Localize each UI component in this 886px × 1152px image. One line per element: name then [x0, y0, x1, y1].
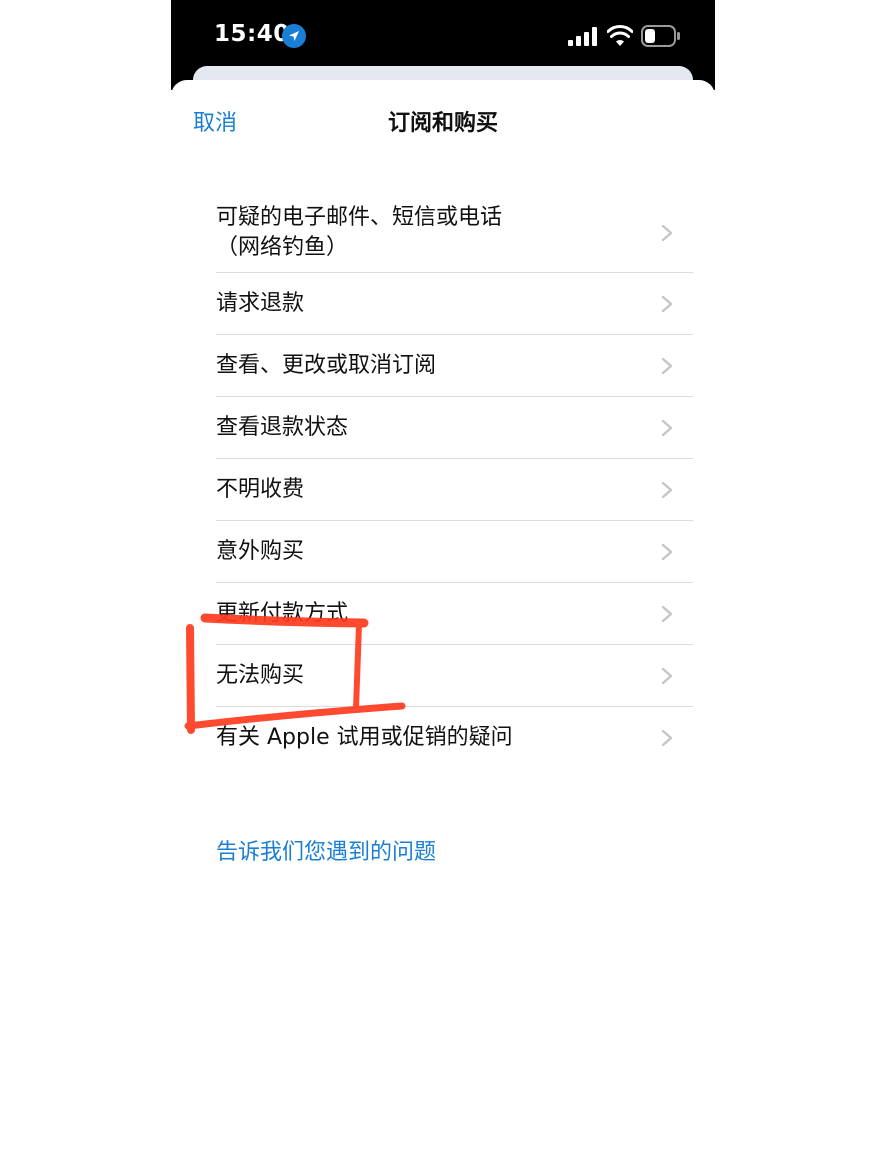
chevron-right-icon — [661, 667, 673, 684]
chevron-right-icon — [661, 729, 673, 746]
battery-icon — [641, 25, 680, 47]
list-item-phishing[interactable]: 可疑的电子邮件、短信或电话 （网络钓鱼） — [216, 193, 693, 273]
list-item-manage-subscriptions[interactable]: 查看、更改或取消订阅 — [216, 335, 693, 397]
list-item-refund-status[interactable]: 查看退款状态 — [216, 397, 693, 459]
chevron-right-icon — [661, 419, 673, 436]
list-item-label: 可疑的电子邮件、短信或电话 （网络钓鱼） — [216, 204, 503, 260]
list-item-cannot-purchase[interactable]: 无法购买 — [216, 645, 693, 707]
list-item-trial-promo[interactable]: 有关 Apple 试用或促销的疑问 — [216, 707, 693, 768]
list-item-accidental-purchase[interactable]: 意外购买 — [216, 521, 693, 583]
list-item-label: 查看退款状态 — [216, 414, 349, 440]
cellular-signal-icon — [568, 27, 597, 46]
chevron-right-icon — [661, 224, 673, 241]
chevron-right-icon — [661, 543, 673, 560]
modal-sheet: 取消 订阅和购买 可疑的电子邮件、短信或电话 （网络钓鱼） 请求退款 查看、更改… — [171, 80, 715, 1152]
list-item-label: 请求退款 — [216, 290, 305, 316]
list-item-label: 查看、更改或取消订阅 — [216, 352, 437, 378]
chevron-right-icon — [661, 357, 673, 374]
wifi-icon — [607, 25, 633, 46]
report-problem-link[interactable]: 告诉我们您遇到的问题 — [216, 834, 436, 866]
list-item-label: 有关 Apple 试用或促销的疑问 — [216, 724, 513, 750]
phone-screen: 15:40 取消 订阅和购买 可疑的电子邮件、短信或电话 （网络钓鱼） 请求退款… — [171, 0, 715, 1152]
chevron-right-icon — [661, 481, 673, 498]
list-item-label: 更新付款方式 — [216, 600, 349, 626]
list-item-update-payment[interactable]: 更新付款方式 — [216, 583, 693, 645]
option-list: 可疑的电子邮件、短信或电话 （网络钓鱼） 请求退款 查看、更改或取消订阅 查看退… — [216, 193, 693, 768]
list-item-unknown-charge[interactable]: 不明收费 — [216, 459, 693, 521]
page-title: 订阅和购买 — [387, 111, 498, 136]
status-time: 15:40 — [214, 21, 290, 47]
list-item-label: 不明收费 — [216, 476, 305, 502]
chevron-right-icon — [661, 605, 673, 622]
location-arrow-icon — [282, 24, 306, 48]
chevron-right-icon — [661, 295, 673, 312]
list-item-label: 无法购买 — [216, 662, 305, 688]
list-item-request-refund[interactable]: 请求退款 — [216, 273, 693, 335]
list-item-label: 意外购买 — [216, 538, 305, 564]
